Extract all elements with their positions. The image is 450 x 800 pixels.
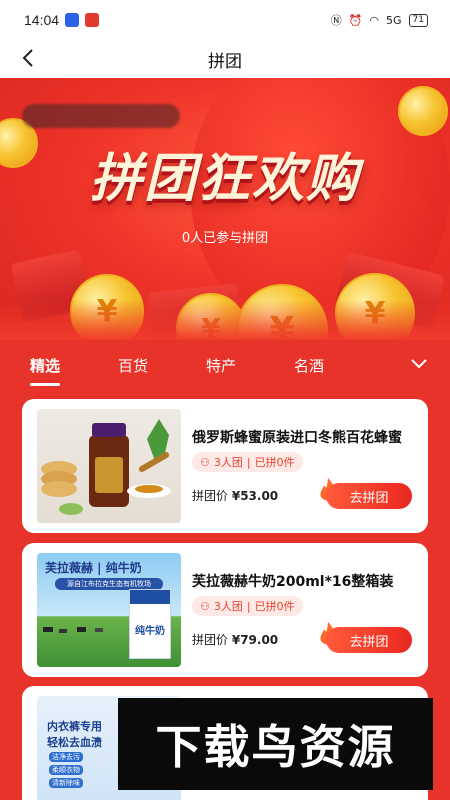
coin-icon (398, 86, 448, 136)
group-info-badge: ⚇ 3人团 | 已拼0件 (192, 452, 303, 472)
status-bar: 14:04 Ⓝ ⏰ ◠ 5G 71 (0, 0, 450, 40)
product-name: 俄罗斯蜂蜜原装进口冬熊百花蜂蜜 (192, 430, 402, 446)
group-info-badge: ⚇ 3人团 | 已拼0件 (192, 596, 303, 616)
join-group-button[interactable]: 去拼团 (326, 627, 412, 653)
promo-banner: ¥ ¥ ¥ ¥ 拼团狂欢购 0人已参与拼团 (0, 78, 450, 340)
tab-liquor[interactable]: 名酒 (294, 355, 324, 376)
join-group-button[interactable]: 去拼团 (326, 483, 412, 509)
wifi-icon: ◠ (369, 13, 380, 27)
status-icons: Ⓝ ⏰ ◠ 5G 71 (331, 12, 428, 28)
divider: | (246, 455, 251, 469)
alarm-icon: ⏰ (348, 13, 363, 27)
feature-chip: 柔顺衣物 (49, 765, 83, 775)
divider: | (246, 599, 251, 613)
product-promo-text: 内衣裤专用 (47, 720, 102, 733)
joined-count: 已拼0件 (254, 600, 295, 613)
blurred-placeholder (22, 104, 180, 128)
tab-general-goods[interactable]: 百货 (118, 355, 148, 376)
app-notification-icon (65, 13, 80, 27)
product-card[interactable]: 俄罗斯蜂蜜原装进口冬熊百花蜂蜜 ⚇ 3人团 | 已拼0件 拼团价 ¥53.00 … (22, 399, 428, 533)
group-people-icon: ⚇ (200, 599, 210, 613)
price-value: ¥53.00 (231, 489, 279, 503)
nfc-icon: Ⓝ (330, 14, 342, 27)
product-promo-text: 轻松去血渍 (47, 736, 102, 749)
milk-carton: 纯牛奶 (129, 589, 171, 659)
participant-count: 0人已参与拼团 (181, 231, 269, 246)
back-button[interactable] (16, 46, 40, 70)
banner-title: 拼团狂欢购 (89, 149, 360, 209)
banner-fade (0, 300, 450, 340)
group-size: 3人团 (213, 600, 243, 613)
feature-chip: 洁净去污 (49, 752, 83, 762)
group-size: 3人团 (213, 456, 243, 469)
tab-specialty[interactable]: 特产 (206, 355, 236, 376)
category-tabs: 精选 百货 特产 名酒 (0, 340, 450, 390)
product-image (37, 409, 181, 523)
top-nav-bar: 拼团 (0, 40, 450, 78)
app-notification-icon (85, 13, 100, 27)
watermark: 下载鸟资源 (118, 698, 433, 790)
battery-icon: 71 (408, 13, 428, 27)
price-value: ¥79.00 (231, 633, 279, 647)
price-label: 拼团价 (192, 633, 229, 647)
tab-featured[interactable]: 精选 (30, 355, 61, 386)
price-row: 拼团价 ¥79.00 (192, 631, 278, 648)
feature-chip: 清新除味 (49, 778, 83, 788)
price-row: 拼团价 ¥53.00 (192, 487, 278, 504)
product-image: 芙拉薇赫 | 纯牛奶 源自江布拉克生态有机牧场 纯牛奶 (37, 553, 181, 667)
product-name: 芙拉薇赫牛奶200ml*16整箱装 (192, 574, 394, 590)
page-title: 拼团 (208, 51, 242, 72)
joined-count: 已拼0件 (254, 456, 295, 469)
chevron-left-icon (22, 49, 33, 67)
honey-jar-image (41, 419, 171, 515)
milk-brand-text: 芙拉薇赫 | 纯牛奶 (45, 561, 142, 575)
carton-label: 纯牛奶 (135, 626, 165, 637)
product-card[interactable]: 芙拉薇赫 | 纯牛奶 源自江布拉克生态有机牧场 纯牛奶 芙拉薇赫牛奶200ml*… (22, 543, 428, 677)
status-time: 14:04 (24, 12, 60, 28)
price-label: 拼团价 (192, 489, 229, 503)
chevron-down-icon[interactable] (410, 358, 428, 370)
group-people-icon: ⚇ (200, 455, 210, 469)
signal-icon: 5G (386, 13, 402, 27)
